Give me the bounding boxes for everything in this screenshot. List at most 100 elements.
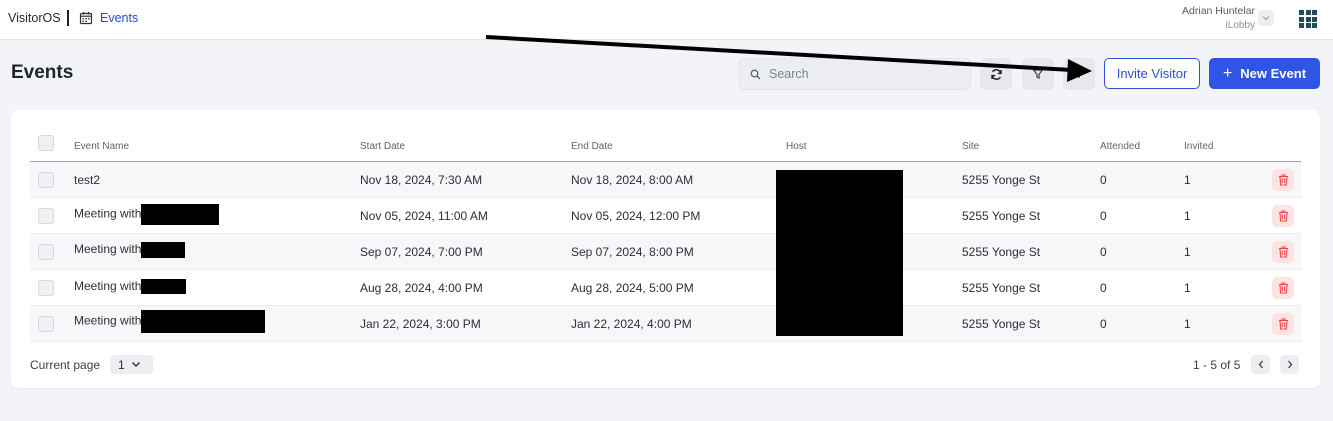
top-bar: VisitorOS Events Adrian Huntelar iLobby [0,0,1333,40]
host-column-redaction [776,170,903,336]
user-menu-button[interactable] [1258,10,1274,26]
end-date: Jan 22, 2024, 4:00 PM [571,317,692,331]
delete-button[interactable] [1272,169,1294,191]
site: 5255 Yonge St [962,209,1041,223]
events-card: Event Name Start Date End Date Host Site… [11,110,1320,388]
current-page-label: Current page [30,358,101,372]
table-row[interactable]: Meeting with Nov 05, 2024, 11:00 AM Nov … [30,198,1301,234]
event-name-cell[interactable]: Meeting with [74,279,187,295]
event-name: Meeting with [74,313,142,328]
event-name: Meeting with [74,242,142,257]
trash-icon [1278,246,1288,258]
start-date: Nov 05, 2024, 11:00 AM [360,209,488,223]
refresh-icon [990,68,1002,80]
search-icon [750,69,761,80]
redacted-block [141,279,187,295]
trash-icon [1278,174,1288,186]
trash-icon [1278,282,1288,294]
chevron-right-icon [1287,360,1292,369]
end-date: Nov 18, 2024, 8:00 AM [571,173,694,187]
new-event-label: New Event [1240,66,1307,81]
attended-count: 0 [1100,281,1107,295]
event-name-cell[interactable]: Meeting with [74,242,186,258]
invited-count: 1 [1184,173,1191,187]
invite-visitor-button[interactable]: Invite Visitor [1104,58,1200,89]
select-all-checkbox[interactable] [38,135,54,151]
invited-count: 1 [1184,317,1191,331]
sort-button[interactable] [1063,58,1095,90]
next-page-button[interactable] [1280,355,1299,374]
start-date: Nov 18, 2024, 7:30 AM [360,173,483,187]
column-end-date[interactable]: End Date [571,141,613,152]
table-row[interactable]: Meeting with Sep 07, 2024, 7:00 PM Sep 0… [30,234,1301,270]
end-date: Aug 28, 2024, 5:00 PM [571,281,694,295]
delete-button[interactable] [1272,241,1294,263]
brand-logo[interactable]: VisitorOS [8,11,61,25]
previous-page-button[interactable] [1251,355,1270,374]
attended-count: 0 [1100,209,1107,223]
row-checkbox[interactable] [38,316,54,332]
redacted-block [141,242,186,258]
search-input[interactable] [769,59,964,89]
table-row[interactable]: Meeting with Jan 22, 2024, 3:00 PM Jan 2… [30,306,1301,342]
pagination-range: 1 - 5 of 5 [1193,358,1241,372]
breadcrumb-events[interactable]: Events [100,11,138,25]
redacted-block [141,204,220,225]
chevron-down-icon [131,362,140,367]
events-table: Event Name Start Date End Date Host Site… [30,129,1301,342]
current-page-value: 1 [118,357,125,372]
end-date: Nov 05, 2024, 12:00 PM [571,209,701,223]
event-name-cell[interactable]: Meeting with [74,204,220,225]
column-invited[interactable]: Invited [1184,141,1213,152]
chevron-down-icon [1262,16,1270,21]
start-date: Aug 28, 2024, 4:00 PM [360,281,483,295]
table-row[interactable]: Meeting with Aug 28, 2024, 4:00 PM Aug 2… [30,270,1301,306]
attended-count: 0 [1100,173,1107,187]
row-checkbox[interactable] [38,244,54,260]
table-row[interactable]: test2 Nov 18, 2024, 7:30 AM Nov 18, 2024… [30,162,1301,198]
invited-count: 1 [1184,209,1191,223]
row-checkbox[interactable] [38,172,54,188]
search-box[interactable] [739,58,971,90]
event-name: Meeting with [74,206,142,221]
filter-icon [1032,69,1044,79]
delete-button[interactable] [1272,313,1294,335]
start-date: Jan 22, 2024, 3:00 PM [360,317,481,331]
event-name: Meeting with [74,279,142,293]
current-page-select[interactable]: 1 [110,355,153,374]
event-name[interactable]: test2 [74,173,100,187]
user-name[interactable]: Adrian Huntelar [1182,5,1255,17]
sort-icon [1075,70,1083,78]
row-checkbox[interactable] [38,280,54,296]
column-attended[interactable]: Attended [1100,141,1140,152]
trash-icon [1278,210,1288,222]
attended-count: 0 [1100,317,1107,331]
column-event-name[interactable]: Event Name [74,141,129,152]
invited-count: 1 [1184,281,1191,295]
user-site: iLobby [1225,20,1255,31]
brand-divider [67,10,69,26]
site: 5255 Yonge St [962,173,1041,187]
trash-icon [1278,318,1288,330]
redacted-block [141,310,266,333]
delete-button[interactable] [1272,277,1294,299]
delete-button[interactable] [1272,205,1294,227]
column-start-date[interactable]: Start Date [360,141,405,152]
page-title: Events [11,62,74,83]
invited-count: 1 [1184,245,1191,259]
site: 5255 Yonge St [962,245,1041,259]
refresh-button[interactable] [980,58,1012,90]
calendar-icon [79,12,93,25]
chevron-left-icon [1258,360,1263,369]
plus-icon: + [1222,64,1233,82]
filter-button[interactable] [1022,58,1054,90]
event-name-cell[interactable]: Meeting with [74,310,266,333]
column-site[interactable]: Site [962,141,979,152]
attended-count: 0 [1100,245,1107,259]
apps-grid-icon[interactable] [1299,10,1317,28]
site: 5255 Yonge St [962,281,1041,295]
row-checkbox[interactable] [38,208,54,224]
column-host[interactable]: Host [786,141,807,152]
new-event-button[interactable]: + New Event [1209,58,1320,89]
site: 5255 Yonge St [962,317,1041,331]
